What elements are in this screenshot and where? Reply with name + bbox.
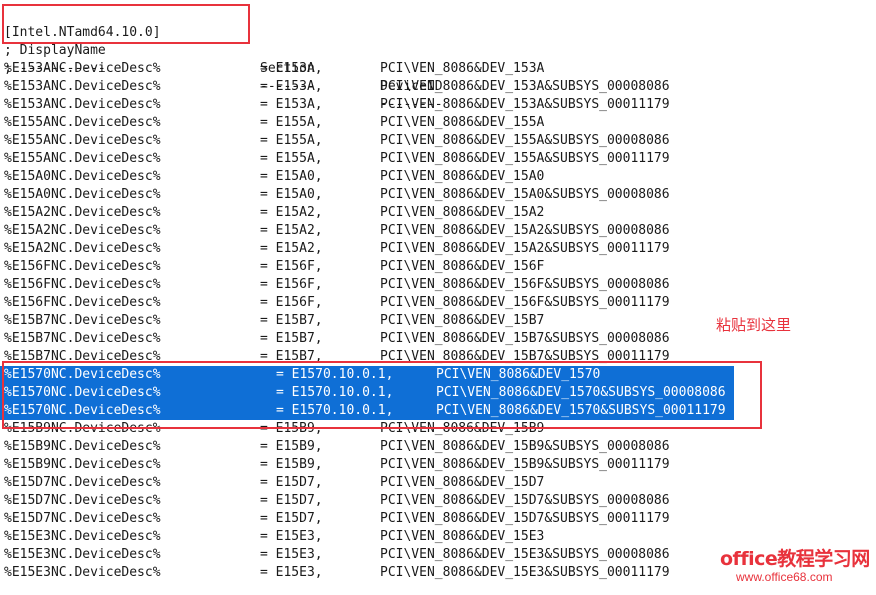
device-display-name: %E15B7NC.DeviceDesc% [4,313,161,328]
device-id: PCI\VEN_8086&DEV_15E3&SUBSYS_00008086 [380,547,670,562]
device-id: PCI\VEN_8086&DEV_15E3&SUBSYS_00011179 [380,565,670,580]
device-id: PCI\VEN_8086&DEV_15B9&SUBSYS_00011179 [380,457,670,472]
device-section: = E153A, [260,79,323,94]
watermark-url: www.office68.com [736,570,833,584]
device-id: PCI\VEN_8086&DEV_155A&SUBSYS_00011179 [380,151,670,166]
separator-line: ; ----------- ------- -------- [4,42,443,112]
device-section: = E15B9, [260,457,323,472]
device-id: PCI\VEN_8086&DEV_153A&SUBSYS_00008086 [380,79,670,94]
device-id: PCI\VEN_8086&DEV_15A2 [380,205,545,220]
device-section: = E15A0, [260,169,323,184]
device-section: = E15D7, [260,493,323,508]
device-section: = E155A, [260,151,323,166]
device-id: PCI\VEN_8086&DEV_155A [380,115,545,130]
device-display-name: %E156FNC.DeviceDesc% [4,259,161,274]
device-id: PCI\VEN_8086&DEV_15B7 [380,313,545,328]
device-display-name: %E15E3NC.DeviceDesc% [4,529,161,544]
device-section: = E156F, [260,295,323,310]
device-section: = E15B7, [260,331,323,346]
device-section: = E15B9, [260,439,323,454]
device-display-name: %E15B9NC.DeviceDesc% [4,439,161,454]
device-section: = E15E3, [260,529,323,544]
watermark-logo: office教程学习网 [720,548,870,570]
device-display-name: %E15A0NC.DeviceDesc% [4,169,161,184]
device-display-name: %E15D7NC.DeviceDesc% [4,511,161,526]
device-section: = E15A0, [260,187,323,202]
device-display-name: %E153ANC.DeviceDesc% [4,79,161,94]
device-display-name: %E15B7NC.DeviceDesc% [4,331,161,346]
device-id: PCI\VEN_8086&DEV_15D7 [380,475,545,490]
paste-here-annotation: 粘贴到这里 [716,316,792,334]
device-id: PCI\VEN_8086&DEV_15A0&SUBSYS_00008086 [380,187,670,202]
device-display-name: %E15D7NC.DeviceDesc% [4,475,161,490]
device-section: = E15E3, [260,547,323,562]
device-section: = E153A, [260,97,323,112]
device-display-name: %E155ANC.DeviceDesc% [4,133,161,148]
device-section: = E155A, [260,133,323,148]
device-section: = E156F, [260,259,323,274]
device-display-name: %E156FNC.DeviceDesc% [4,277,161,292]
device-display-name: %E155ANC.DeviceDesc% [4,115,161,130]
device-section: = E15A2, [260,241,323,256]
device-id: PCI\VEN_8086&DEV_15A0 [380,169,545,184]
device-section: = E153A, [260,61,323,76]
device-id: PCI\VEN_8086&DEV_15E3 [380,529,545,544]
device-section: = E15A2, [260,205,323,220]
device-display-name: %E15A2NC.DeviceDesc% [4,205,161,220]
device-id: PCI\VEN_8086&DEV_15D7&SUBSYS_00011179 [380,511,670,526]
device-id: PCI\VEN_8086&DEV_155A&SUBSYS_00008086 [380,133,670,148]
device-display-name: %E15E3NC.DeviceDesc% [4,547,161,562]
device-display-name: %E15A2NC.DeviceDesc% [4,223,161,238]
device-display-name: %E155ANC.DeviceDesc% [4,151,161,166]
device-id: PCI\VEN_8086&DEV_15B7&SUBSYS_00008086 [380,331,670,346]
device-section: = E15D7, [260,475,323,490]
device-id: PCI\VEN_8086&DEV_15A2&SUBSYS_00008086 [380,223,670,238]
device-display-name: %E153ANC.DeviceDesc% [4,97,161,112]
text-editor[interactable]: [Intel.NTamd64.10.0] ; DisplayName Secti… [0,0,876,595]
device-section: = E155A, [260,115,323,130]
pasted-highlight-box [2,361,762,429]
device-id: PCI\VEN_8086&DEV_15B9&SUBSYS_00008086 [380,439,670,454]
header-highlight-box [2,4,250,44]
device-section: = E15D7, [260,511,323,526]
device-display-name: %E153ANC.DeviceDesc% [4,61,161,76]
device-id: PCI\VEN_8086&DEV_15A2&SUBSYS_00011179 [380,241,670,256]
device-display-name: %E156FNC.DeviceDesc% [4,295,161,310]
device-id: PCI\VEN_8086&DEV_153A&SUBSYS_00011179 [380,97,670,112]
device-id: PCI\VEN_8086&DEV_153A [380,61,545,76]
device-section: = E15B7, [260,313,323,328]
device-display-name: %E15A2NC.DeviceDesc% [4,241,161,256]
device-display-name: %E15D7NC.DeviceDesc% [4,493,161,508]
device-id: PCI\VEN_8086&DEV_156F [380,259,545,274]
device-display-name: %E15A0NC.DeviceDesc% [4,187,161,202]
device-id: PCI\VEN_8086&DEV_156F&SUBSYS_00011179 [380,295,670,310]
device-section: = E156F, [260,277,323,292]
device-display-name: %E15E3NC.DeviceDesc% [4,565,161,580]
device-display-name: %E15B9NC.DeviceDesc% [4,457,161,472]
device-section: = E15A2, [260,223,323,238]
device-section: = E15E3, [260,565,323,580]
device-id: PCI\VEN_8086&DEV_156F&SUBSYS_00008086 [380,277,670,292]
device-id: PCI\VEN_8086&DEV_15D7&SUBSYS_00008086 [380,493,670,508]
